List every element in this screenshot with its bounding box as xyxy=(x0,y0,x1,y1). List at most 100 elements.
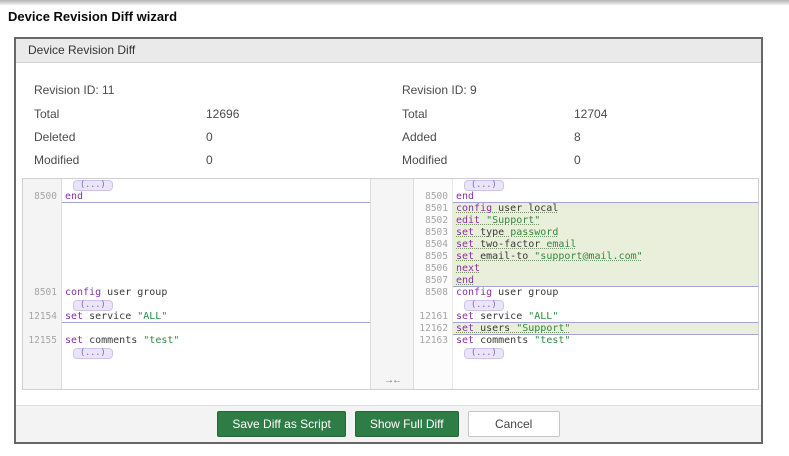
diff-row: 8501config user group xyxy=(23,287,370,299)
stat-row: Total12704 xyxy=(402,107,607,122)
stat-row: Total12696 xyxy=(34,107,239,122)
line-number: 8501 xyxy=(23,287,62,299)
line-number-gutter xyxy=(414,359,453,389)
diff-row: 12163set comments "test" xyxy=(414,335,758,347)
line-content: (...) xyxy=(453,179,758,191)
stat-row: Modified0 xyxy=(402,153,607,168)
line-number: 12163 xyxy=(414,335,453,347)
line-number: 8500 xyxy=(414,191,453,203)
line-content: (...) xyxy=(62,299,370,311)
collapsed-lines-pill[interactable]: (...) xyxy=(73,180,113,191)
stat-label: Modified xyxy=(34,153,206,168)
diff-row-collapsed: (...) xyxy=(23,179,370,191)
collapsed-lines-pill[interactable]: (...) xyxy=(73,348,113,359)
stat-value: 0 xyxy=(574,153,581,168)
line-content: end xyxy=(453,191,758,203)
line-number: 8501 xyxy=(414,203,453,215)
line-content: set comments "test" xyxy=(453,335,758,347)
line-number xyxy=(23,299,62,311)
stat-value: 0 xyxy=(206,130,213,145)
stat-label: Added xyxy=(402,130,574,145)
diff-pane-filler xyxy=(414,359,758,389)
diff-row: 12162set users "Support" xyxy=(414,323,758,335)
collapsed-lines-pill[interactable]: (...) xyxy=(464,180,504,191)
stat-value: 12696 xyxy=(206,107,239,122)
line-number xyxy=(23,347,62,359)
diff-row-collapsed: (...) xyxy=(23,299,370,311)
line-number: 12161 xyxy=(414,311,453,323)
line-content: next xyxy=(453,263,758,275)
line-content xyxy=(62,323,370,335)
line-content: (...) xyxy=(62,179,370,191)
collapsed-lines-pill[interactable]: (...) xyxy=(464,300,504,311)
collapsed-lines-pill[interactable]: (...) xyxy=(73,300,113,311)
dialog-footer: Save Diff as Script Show Full Diff Cance… xyxy=(16,405,761,442)
line-content: (...) xyxy=(62,347,370,359)
stat-label: Deleted xyxy=(34,130,206,145)
diff-row: 8502edit "Support" xyxy=(414,215,758,227)
line-content: set email-to "support@mail.com" xyxy=(453,251,758,263)
line-number: 8503 xyxy=(414,227,453,239)
diff-row: 8507end xyxy=(414,275,758,287)
line-number: 8507 xyxy=(414,275,453,287)
dialog-title: Device Revision Diff xyxy=(16,39,761,63)
line-content: set service "ALL" xyxy=(453,311,758,323)
line-number-gutter xyxy=(23,359,62,389)
stat-value: 8 xyxy=(574,130,581,145)
diff-pane-filler xyxy=(23,359,370,389)
line-content: set service "ALL" xyxy=(62,311,370,323)
line-content xyxy=(453,359,758,389)
window-top-edge xyxy=(0,0,789,5)
line-number: 8506 xyxy=(414,263,453,275)
diff-row: 8500end xyxy=(23,191,370,203)
diff-row: 12155set comments "test" xyxy=(23,335,370,347)
stat-row: Deleted0 xyxy=(34,130,239,145)
diff-row: 8501config user local xyxy=(414,203,758,215)
diff-middle-gutter: →← xyxy=(370,179,414,389)
collapse-panes-icon[interactable]: →← xyxy=(371,375,413,386)
stat-value: 12704 xyxy=(574,107,607,122)
line-content xyxy=(62,359,370,389)
diff-view: (...)8500end8501config user group(...)12… xyxy=(22,178,759,390)
line-content: edit "Support" xyxy=(453,215,758,227)
stat-label: Modified xyxy=(402,153,574,168)
line-content: end xyxy=(62,191,370,203)
line-number: 8500 xyxy=(23,191,62,203)
line-content: set type password xyxy=(453,227,758,239)
diff-row: 8504set two-factor email xyxy=(414,239,758,251)
line-content: set users "Support" xyxy=(453,323,758,335)
diff-row-spacer xyxy=(23,203,370,287)
diff-row-collapsed: (...) xyxy=(414,299,758,311)
line-number xyxy=(23,203,62,287)
line-number: 8502 xyxy=(414,215,453,227)
diff-row: 8506next xyxy=(414,263,758,275)
diff-row: 12161set service "ALL" xyxy=(414,311,758,323)
line-number xyxy=(414,299,453,311)
revision-stats-left: Revision ID: 11 Total12696 Deleted0 Modi… xyxy=(34,83,239,176)
line-number: 12154 xyxy=(23,311,62,323)
page-title: Device Revision Diff wizard xyxy=(8,9,177,24)
stat-value: 0 xyxy=(206,153,213,168)
diff-row: 8505set email-to "support@mail.com" xyxy=(414,251,758,263)
collapsed-lines-pill[interactable]: (...) xyxy=(464,348,504,359)
line-number: 8505 xyxy=(414,251,453,263)
cancel-button[interactable]: Cancel xyxy=(468,411,560,437)
line-content: config user group xyxy=(453,287,758,299)
stat-row: Added8 xyxy=(402,130,607,145)
diff-pane-right[interactable]: (...)8500end8501config user local8502edi… xyxy=(414,179,758,389)
diff-pane-left[interactable]: (...)8500end8501config user group(...)12… xyxy=(23,179,370,389)
save-diff-as-script-button[interactable]: Save Diff as Script xyxy=(217,411,345,437)
diff-row-spacer xyxy=(23,323,370,335)
show-full-diff-button[interactable]: Show Full Diff xyxy=(355,411,459,437)
diff-row: 8500end xyxy=(414,191,758,203)
stat-label: Total xyxy=(34,107,206,122)
line-content: set comments "test" xyxy=(62,335,370,347)
line-number: 8504 xyxy=(414,239,453,251)
diff-row: 12154set service "ALL" xyxy=(23,311,370,323)
line-number xyxy=(23,179,62,191)
line-content: (...) xyxy=(453,299,758,311)
line-number: 8508 xyxy=(414,287,453,299)
revision-id-label: Revision ID: 9 xyxy=(402,83,607,98)
line-content xyxy=(62,203,370,287)
diff-row-collapsed: (...) xyxy=(23,347,370,359)
